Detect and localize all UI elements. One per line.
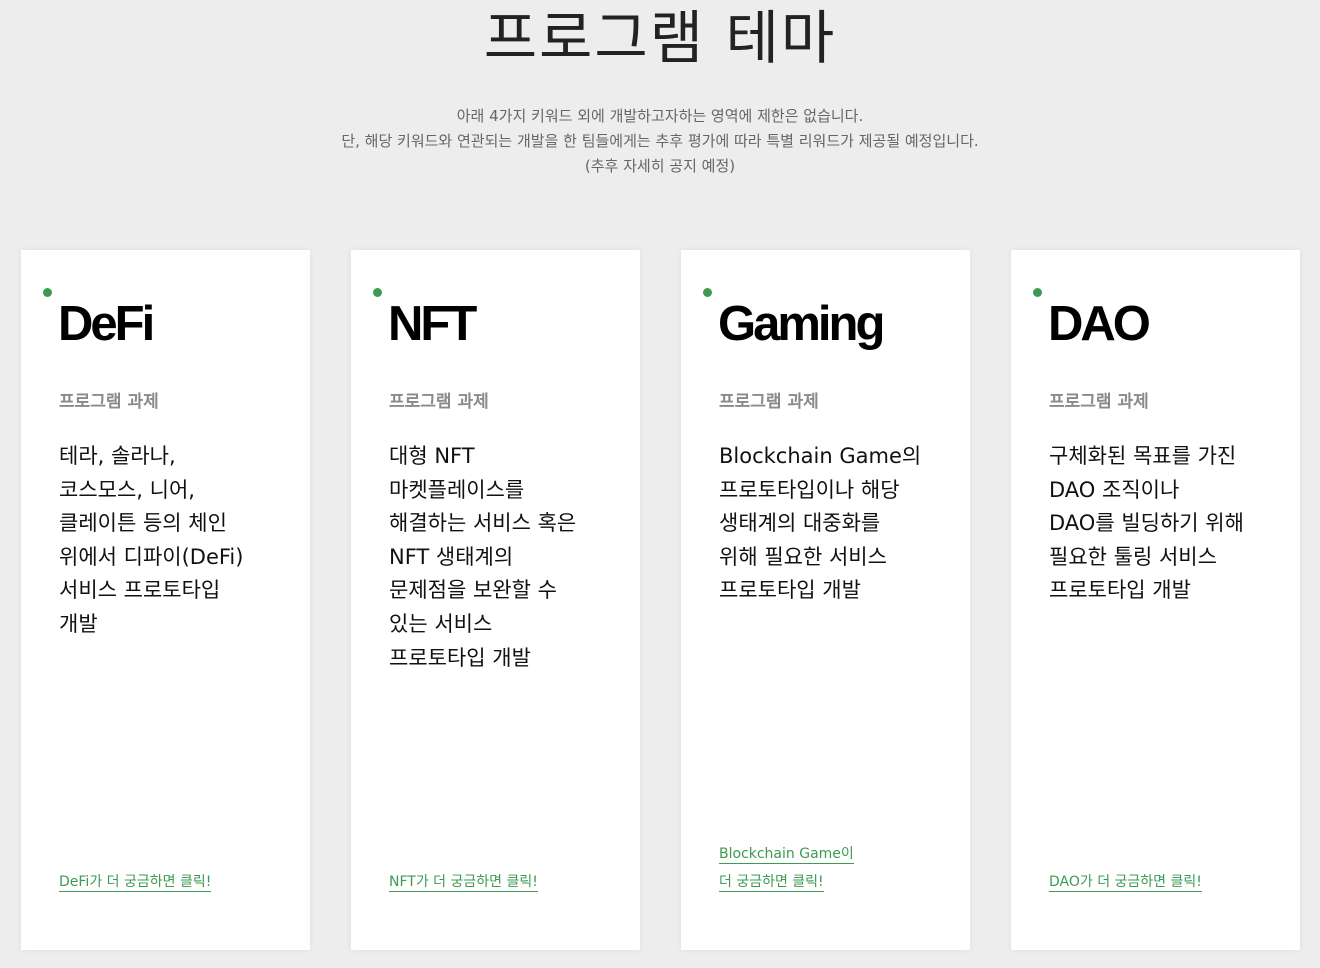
card-description: 구체화된 목표를 가진 DAO 조직이나 DAO를 빌딩하기 위해 필요한 툴링… — [1049, 440, 1294, 608]
accent-dot-icon — [703, 288, 712, 297]
description-line: 해결하는 서비스 혹은 — [389, 511, 577, 536]
defi-more-link[interactable]: DeFi가 더 궁금하면 클릭! — [59, 868, 212, 896]
description-line: 프로토타입 개발 — [1049, 578, 1191, 603]
description-line: 프로토타입 개발 — [389, 645, 531, 670]
card-subtitle: 프로그램 과제 — [389, 392, 489, 412]
gaming-more-link[interactable]: Blockchain Game이 더 궁금하면 클릭! — [719, 840, 854, 896]
link-text[interactable]: DeFi가 더 궁금하면 클릭! — [59, 874, 212, 892]
theme-card-gaming: Gaming 프로그램 과제 Blockchain Game의 프로토타입이나 … — [681, 250, 970, 950]
link-text[interactable]: DAO가 더 궁금하면 클릭! — [1049, 874, 1202, 892]
intro-line: (추후 자세히 공지 예정) — [584, 157, 736, 175]
description-line: 위해 필요한 서비스 — [719, 544, 887, 569]
accent-dot-icon — [43, 288, 52, 297]
card-subtitle: 프로그램 과제 — [59, 392, 159, 412]
description-line: 테라, 솔라나, — [59, 444, 176, 468]
description-line: 필요한 툴링 서비스 — [1049, 544, 1217, 569]
description-line: NFT 생태계의 — [389, 544, 514, 569]
theme-card-nft: NFT 프로그램 과제 대형 NFT 마켓플레이스를 해결하는 서비스 혹은 N… — [351, 250, 640, 950]
description-line: 프로토타입 개발 — [719, 578, 861, 603]
link-text[interactable]: NFT가 더 궁금하면 클릭! — [389, 874, 538, 892]
card-title: NFT — [388, 297, 477, 351]
link-text[interactable]: 더 궁금하면 클릭! — [719, 874, 824, 892]
description-line: 서비스 프로토타입 — [59, 578, 221, 603]
nft-more-link[interactable]: NFT가 더 궁금하면 클릭! — [389, 868, 538, 896]
intro-line: 단, 해당 키워드와 연관되는 개발을 한 팀들에게는 추후 평가에 따라 특별… — [341, 132, 979, 150]
accent-dot-icon — [1033, 288, 1042, 297]
description-line: 개발 — [59, 611, 98, 636]
description-line: Blockchain Game의 — [719, 444, 922, 468]
description-line: 마켓플레이스를 — [389, 477, 525, 502]
description-line: 위에서 디파이(DeFi) — [59, 544, 244, 569]
description-line: 프로토타입이나 해당 — [719, 477, 900, 502]
description-line: 생태계의 대중화를 — [719, 511, 881, 536]
description-line: 문제점을 보완할 수 — [389, 578, 557, 603]
card-subtitle: 프로그램 과제 — [719, 392, 819, 412]
theme-card-dao: DAO 프로그램 과제 구체화된 목표를 가진 DAO 조직이나 DAO를 빌딩… — [1011, 250, 1300, 950]
description-line: 대형 NFT — [389, 444, 475, 468]
card-description: 테라, 솔라나, 코스모스, 니어, 클레이튼 등의 체인 위에서 디파이(De… — [59, 440, 304, 642]
link-text[interactable]: Blockchain Game이 — [719, 846, 854, 864]
description-line: 클레이튼 등의 체인 — [59, 511, 227, 536]
dao-more-link[interactable]: DAO가 더 궁금하면 클릭! — [1049, 868, 1202, 896]
card-description: 대형 NFT 마켓플레이스를 해결하는 서비스 혹은 NFT 생태계의 문제점을… — [389, 440, 634, 675]
card-title: DAO — [1048, 297, 1151, 351]
accent-dot-icon — [373, 288, 382, 297]
description-line: 구체화된 목표를 가진 — [1049, 444, 1237, 468]
card-subtitle: 프로그램 과제 — [1049, 392, 1149, 412]
description-line: 있는 서비스 — [389, 611, 493, 636]
description-line: 코스모스, 니어, — [59, 477, 195, 502]
theme-card-defi: DeFi 프로그램 과제 테라, 솔라나, 코스모스, 니어, 클레이튼 등의 … — [21, 250, 310, 950]
description-line: DAO를 빌딩하기 위해 — [1049, 511, 1244, 536]
card-title: Gaming — [718, 297, 885, 351]
card-description: Blockchain Game의 프로토타입이나 해당 생태계의 대중화를 위해… — [719, 440, 964, 608]
page-title: 프로그램 테마 — [483, 4, 837, 72]
intro-text: 아래 4가지 키워드 외에 개발하고자하는 영역에 제한은 없습니다. 단, 해… — [0, 104, 1320, 179]
intro-line: 아래 4가지 키워드 외에 개발하고자하는 영역에 제한은 없습니다. — [456, 107, 864, 125]
description-line: DAO 조직이나 — [1049, 477, 1180, 502]
card-title: DeFi — [58, 297, 155, 351]
